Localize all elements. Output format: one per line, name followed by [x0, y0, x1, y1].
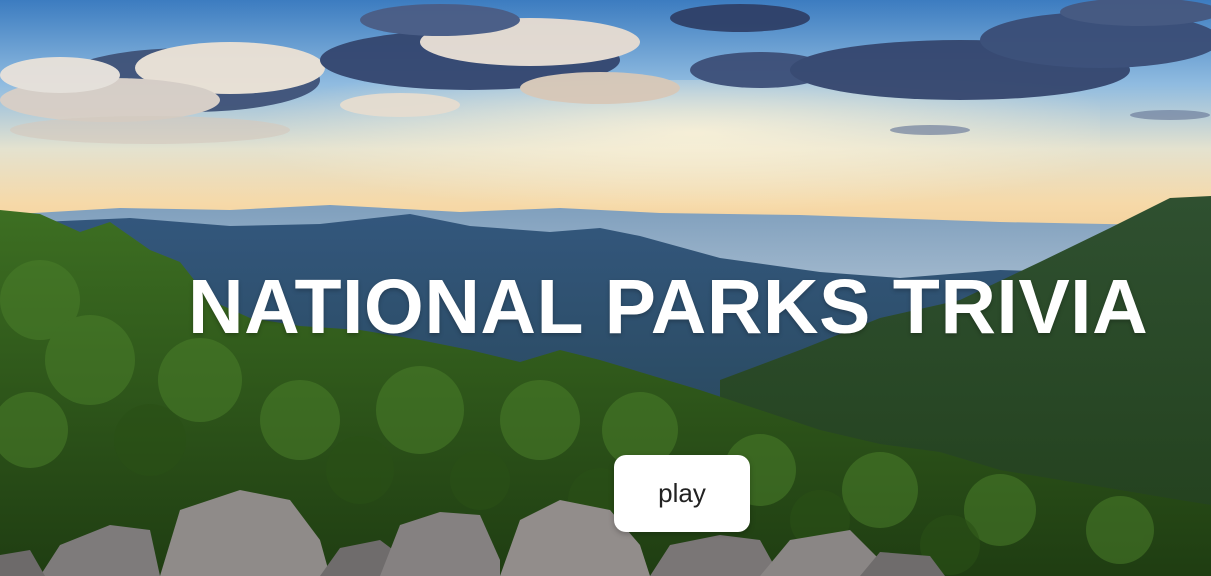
play-button[interactable]: play: [614, 455, 750, 532]
game-title: NATIONAL PARKS TRIVIA: [188, 264, 1149, 350]
title-screen: NATIONAL PARKS TRIVIA play: [0, 0, 1211, 576]
